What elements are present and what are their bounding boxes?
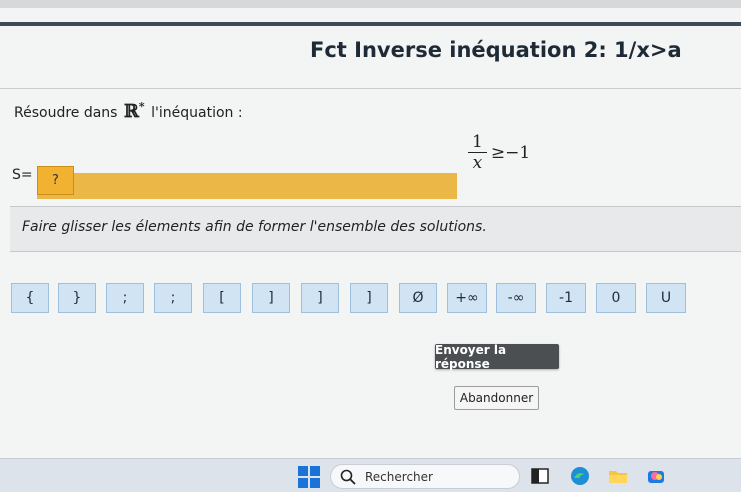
search-icon xyxy=(340,469,356,485)
answer-label: S= xyxy=(12,167,33,183)
hint-text: Faire glisser les élements afin de forme… xyxy=(22,219,487,235)
cancel-button[interactable]: Abandonner xyxy=(454,386,539,410)
page-title: Fct Inverse inéquation 2: 1/x>a xyxy=(310,38,682,62)
edge-browser-icon[interactable] xyxy=(570,466,590,486)
answer-slot[interactable]: ? xyxy=(37,166,74,195)
tile-empty-set[interactable]: Ø xyxy=(399,283,437,313)
header-rule xyxy=(0,22,741,26)
question-instruction: Résoudre dans ℝ* l'inéquation : xyxy=(14,100,243,122)
search-placeholder: Rechercher xyxy=(365,469,433,484)
hint-box: Faire glisser les élements afin de forme… xyxy=(10,206,741,252)
tile-zero[interactable]: 0 xyxy=(596,283,636,313)
taskbar: Rechercher xyxy=(0,458,741,492)
tile-close-brace[interactable]: } xyxy=(58,283,96,313)
inequality-rhs: −1 xyxy=(505,142,531,163)
app-icon[interactable] xyxy=(646,466,666,486)
instruction-suffix: l'inéquation : xyxy=(151,105,243,121)
tile-semicolon[interactable]: ; xyxy=(106,283,144,313)
tile-union[interactable]: U xyxy=(646,283,686,313)
fraction-numerator: 1 xyxy=(468,132,487,153)
tile-semicolon[interactable]: ; xyxy=(154,283,192,313)
tile-plus-infinity[interactable]: +∞ xyxy=(447,283,487,313)
tile-minus-infinity[interactable]: -∞ xyxy=(496,283,536,313)
fraction-denominator: x xyxy=(472,153,483,173)
tile-open-brace[interactable]: { xyxy=(11,283,49,313)
tile-close-bracket[interactable]: ] xyxy=(252,283,290,313)
tile-open-bracket[interactable]: [ xyxy=(203,283,241,313)
reals-set-symbol: ℝ* xyxy=(123,100,145,122)
tile-close-bracket[interactable]: ] xyxy=(301,283,339,313)
windows-start-icon[interactable] xyxy=(298,466,320,488)
instruction-prefix: Résoudre dans xyxy=(14,105,118,121)
answer-drop-zone[interactable] xyxy=(37,173,457,199)
title-divider xyxy=(0,88,741,89)
task-view-icon[interactable] xyxy=(530,466,550,486)
tile-close-bracket[interactable]: ] xyxy=(350,283,388,313)
taskbar-search[interactable]: Rechercher xyxy=(330,464,520,489)
fraction: 1 x xyxy=(468,132,487,173)
draggable-tiles: { } ; ; [ ] ] ] Ø +∞ -∞ -1 0 U xyxy=(0,283,741,315)
tile-minus-one[interactable]: -1 xyxy=(546,283,586,313)
inequality-formula: 1 x ≥ −1 xyxy=(468,132,530,173)
submit-button[interactable]: Envoyer la réponse xyxy=(435,343,559,371)
inequality-operator: ≥ xyxy=(490,142,506,163)
file-explorer-icon[interactable] xyxy=(608,466,628,486)
